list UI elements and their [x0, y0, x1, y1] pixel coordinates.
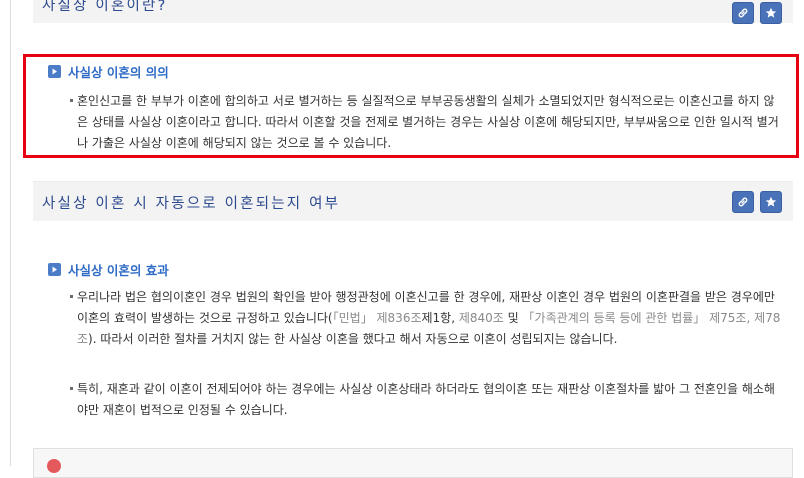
bookmark-button[interactable] — [760, 2, 782, 24]
play-bullet-icon — [48, 65, 61, 78]
play-bullet-icon — [48, 263, 61, 276]
list-bullet — [70, 387, 73, 390]
section-header-top: 사실상 이혼이란? — [33, 0, 793, 24]
meaning-paragraph: 혼인신고를 한 부부가 이혼에 합의하고 서로 별거하는 등 실질적으로 부부공… — [70, 91, 782, 154]
law-link-article-840[interactable]: 제840조 — [459, 311, 504, 325]
star-icon — [765, 7, 777, 18]
sub-heading-meaning: 사실상 이혼의 의의 — [48, 62, 169, 81]
notice-icon — [47, 459, 61, 473]
left-border — [10, 0, 11, 466]
sub-heading-effect: 사실상 이혼의 효과 — [48, 260, 169, 279]
copy-link-button[interactable] — [732, 191, 754, 213]
effect-paragraph-1: 우리나라 법은 협의이혼인 경우 법원의 확인을 받아 행정관청에 이혼신고를 … — [70, 287, 782, 350]
paragraph-text: 혼인신고를 한 부부가 이혼에 합의하고 서로 별거하는 등 실질적으로 부부공… — [77, 94, 779, 150]
link-icon — [738, 8, 748, 18]
sub-heading-text: 사실상 이혼의 의의 — [68, 65, 169, 80]
star-icon — [765, 196, 777, 207]
law-link-civil-act[interactable]: 「민법」 제836조 — [333, 311, 422, 325]
bottom-notice-box — [33, 448, 793, 478]
section-header-auto-divorce: 사실상 이혼 시 자동으로 이혼되는지 여부 — [33, 181, 793, 221]
bookmark-button[interactable] — [760, 191, 782, 213]
copy-link-button[interactable] — [732, 2, 754, 24]
link-icon — [738, 197, 748, 207]
list-bullet — [70, 99, 73, 102]
paragraph-text: ). 따라서 이러한 절차를 거치지 않는 한 사실상 이혼을 했다고 해서 자… — [88, 332, 618, 346]
section-title: 사실상 이혼이란? — [42, 0, 168, 14]
paragraph-text: 특히, 재혼과 같이 이혼이 전제되어야 하는 경우에는 사실상 이혼상태라 하… — [77, 382, 775, 417]
effect-paragraph-2: 특히, 재혼과 같이 이혼이 전제되어야 하는 경우에는 사실상 이혼상태라 하… — [70, 379, 782, 421]
section-title: 사실상 이혼 시 자동으로 이혼되는지 여부 — [42, 196, 341, 212]
list-bullet — [70, 295, 73, 298]
paragraph-text: 제1항, — [421, 311, 459, 325]
paragraph-text: 및 — [503, 311, 523, 325]
sub-heading-text: 사실상 이혼의 효과 — [68, 263, 169, 278]
